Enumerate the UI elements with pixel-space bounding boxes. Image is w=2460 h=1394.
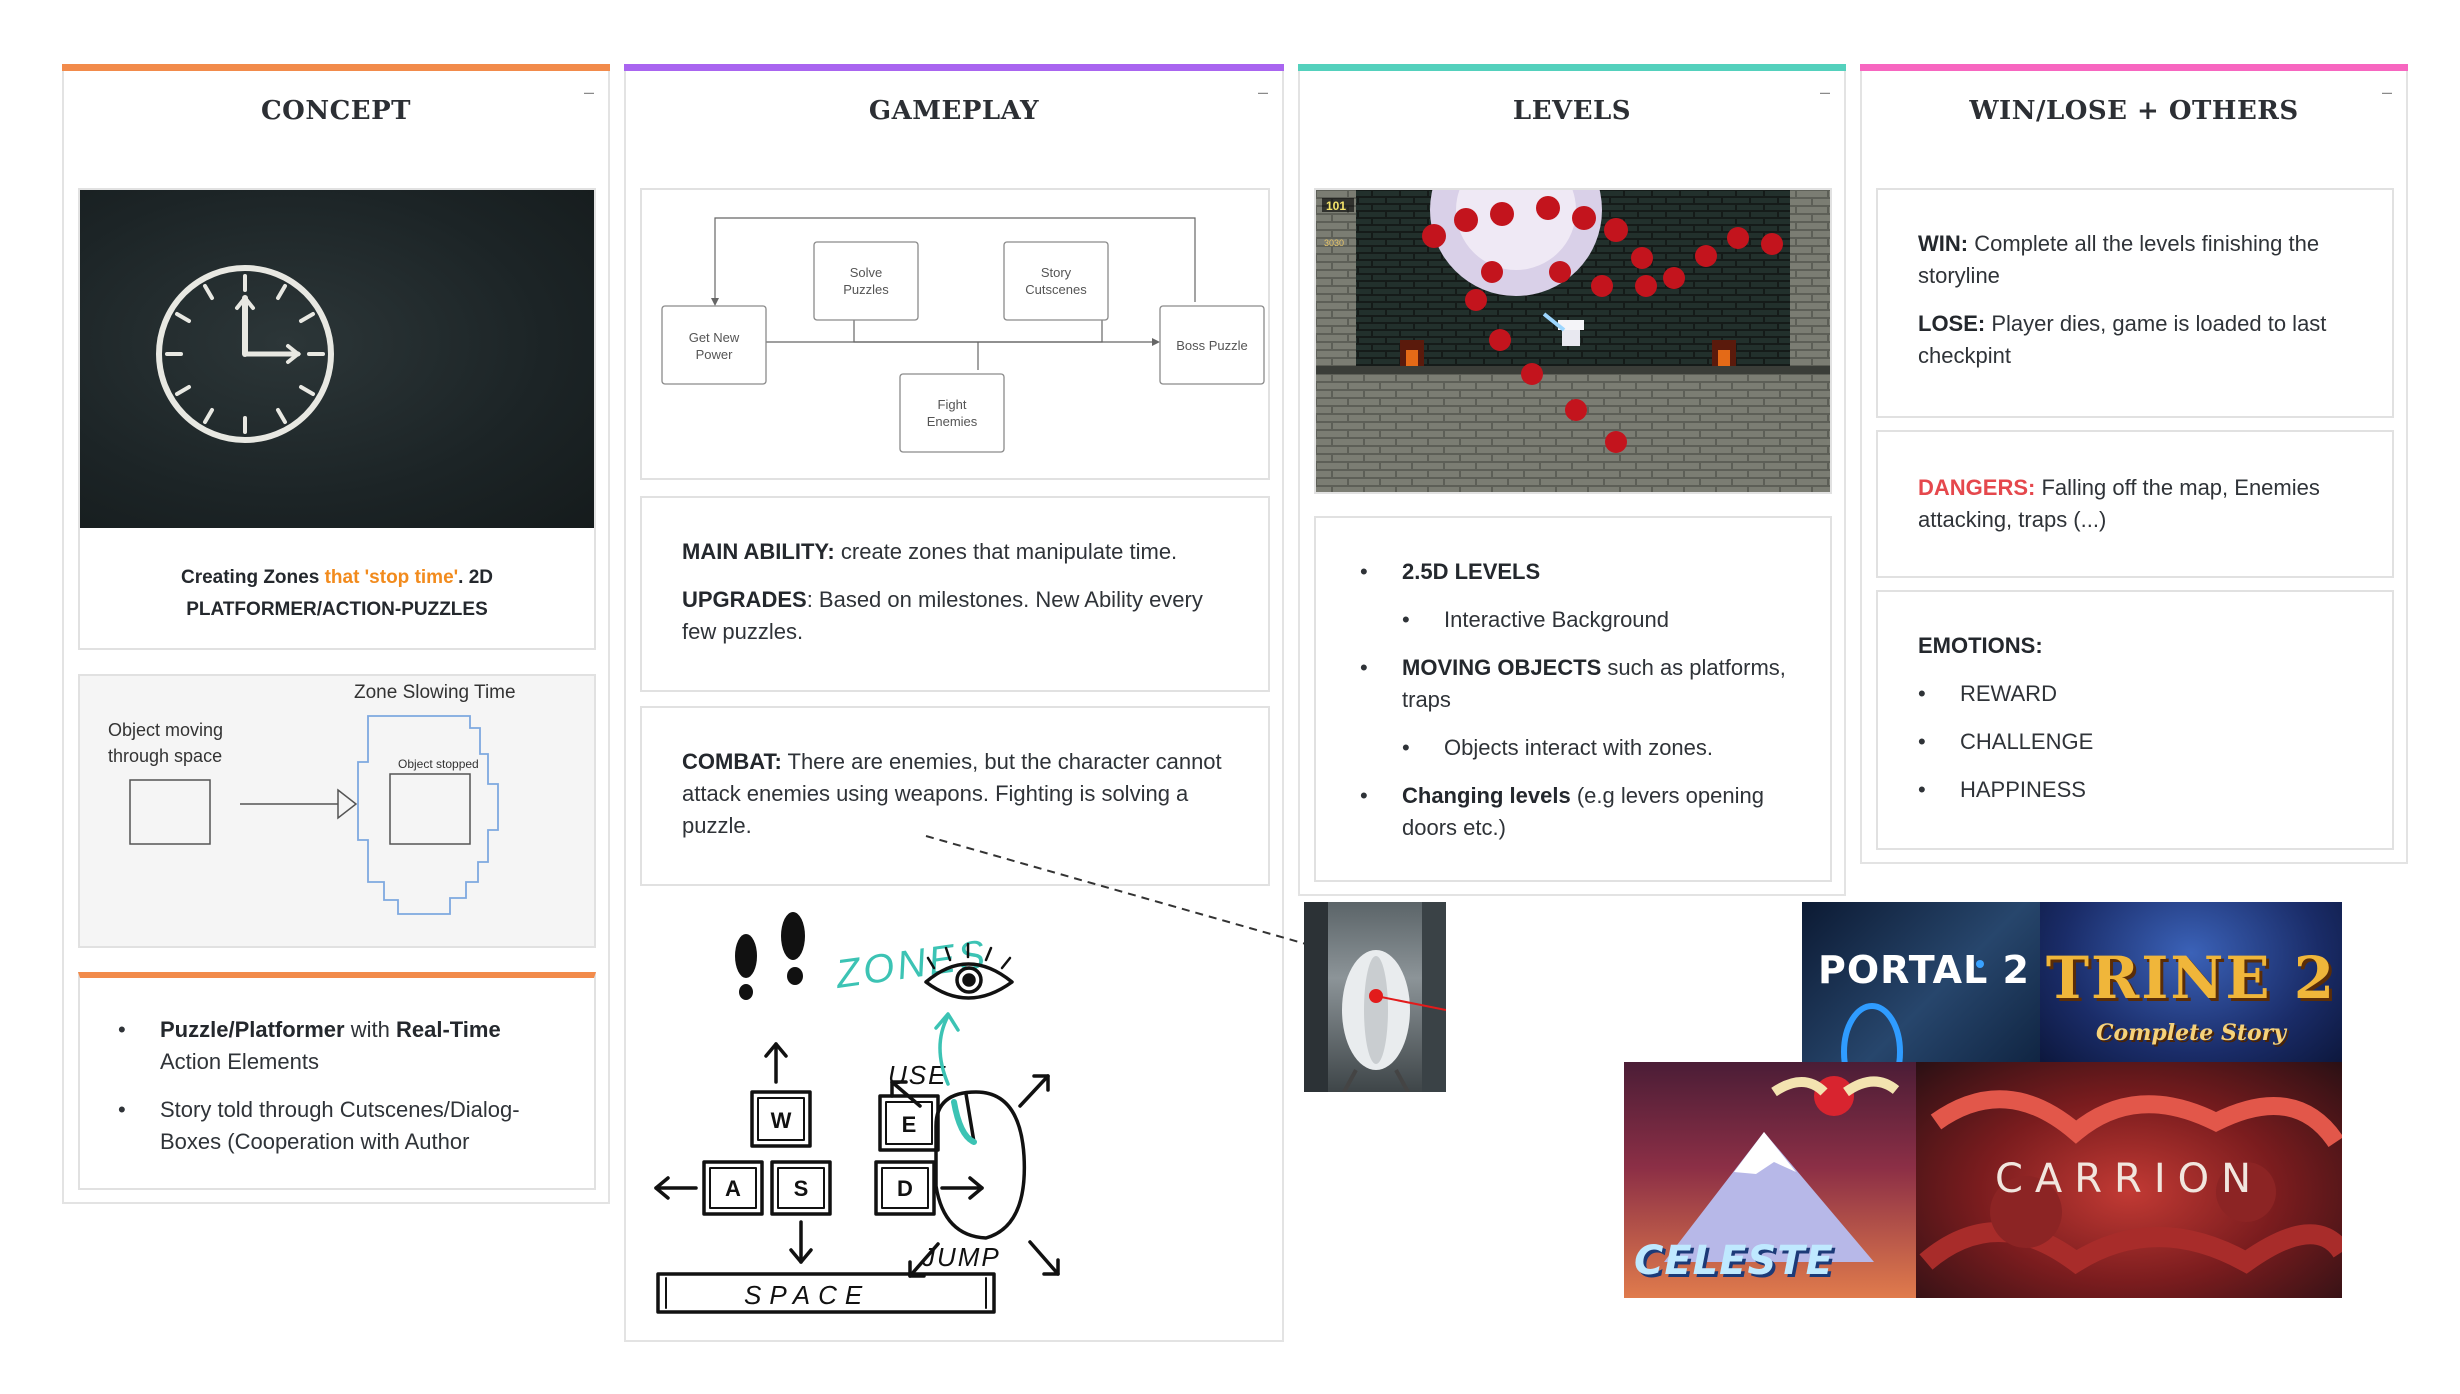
clock-chalkboard-image (80, 190, 594, 528)
emotion-item: CHALLENGE (1918, 726, 2364, 758)
dangers-text: DANGERS: Falling off the map, Enemies at… (1918, 475, 2320, 532)
concept-caption-highlight: that 'stop time' (324, 567, 459, 588)
flow-get-new-power-label-1: Get New (689, 330, 740, 345)
dangers-card: DANGERS: Falling off the map, Enemies at… (1876, 430, 2394, 578)
levels-item-3: MOVING OBJECTS such as platforms, traps (1360, 652, 1806, 716)
emotion-item: HAPPINESS (1918, 774, 2364, 806)
clock-icon (156, 265, 334, 443)
concept-frame: CONCEPT – Creating Zones that 'stop time… (62, 64, 610, 1204)
levels-item-4: Objects interact with zones. (1360, 732, 1806, 764)
zone-diagram-card: Zone Slowing Time Object moving through … (78, 674, 596, 948)
gameplay-flow-card: Get New Power Solve Puzzles Story Cutsce… (640, 188, 1270, 480)
lose-text: LOSE: Player dies, game is loaded to las… (1918, 311, 2327, 368)
key-d-label: D (897, 1176, 913, 1201)
gameplay-color-bar (624, 64, 1284, 71)
flow-boss-puzzle-label: Boss Puzzle (1176, 338, 1248, 353)
gameplay-minimize-button[interactable]: – (1258, 82, 1268, 103)
winlose-color-bar (1860, 64, 2408, 71)
levels-item-5: Changing levels (e.g levers opening door… (1360, 780, 1806, 844)
emotions-label: EMOTIONS: (1918, 633, 2043, 658)
combat-connector-line (925, 835, 1307, 945)
key-e-label: E (902, 1112, 917, 1137)
main-ability-card: MAIN ABILITY: create zones that manipula… (640, 496, 1270, 692)
gameplay-title: GAMEPLAY (868, 96, 1040, 126)
celeste-cover-image: CELESTE (1624, 1062, 1916, 1298)
carrion-title: CARRION (1994, 1156, 2264, 1202)
level-hud-primary: 101 (1326, 199, 1346, 213)
key-s-label: S (794, 1176, 809, 1201)
mouse-icon (934, 1090, 1027, 1240)
concept-bullet-1: Puzzle/Platformer with Real-Time Action … (118, 1014, 564, 1078)
flow-solve-puzzles-label-2: Puzzles (843, 282, 889, 297)
flow-story-cutscenes-label-2: Cutscenes (1025, 282, 1087, 297)
gameplay-frame: GAMEPLAY – Get New Power Solve Puzzles S… (624, 64, 1284, 1342)
zone-slowing-diagram: Zone Slowing Time Object moving through … (108, 682, 516, 915)
stopped-object-label: Object stopped (398, 757, 479, 771)
flow-fight-enemies-label-2: Enemies (927, 414, 978, 429)
trine2-subtitle: Complete Story (2095, 1020, 2287, 1046)
upgrades-text: UPGRADES: Based on milestones. New Abili… (682, 587, 1203, 644)
combat-text: COMBAT: There are enemies, but the chara… (682, 749, 1222, 838)
flow-story-cutscenes-label-1: Story (1041, 265, 1072, 280)
emotions-card: EMOTIONS: REWARD CHALLENGE HAPPINESS (1876, 590, 2394, 850)
stopped-object-box (389, 773, 471, 845)
main-ability-text: MAIN ABILITY: create zones that manipula… (682, 539, 1178, 564)
win-lose-card: WIN: Complete all the levels finishing t… (1876, 188, 2394, 418)
key-w-label: W (771, 1108, 792, 1133)
concept-bullet-2: Story told through Cutscenes/Dialog-Boxe… (118, 1094, 564, 1158)
key-a-label: A (725, 1176, 741, 1201)
level-screenshot-card: 101 3030 (1314, 188, 1832, 494)
flow-fight-enemies (899, 373, 1005, 453)
portal2-cover-image: PORTAL 2 (1802, 902, 2040, 1072)
jump-label: JUMP (921, 1242, 1001, 1272)
flow-get-new-power-label-2: Power (696, 347, 734, 362)
footprints-icon (735, 912, 805, 1000)
winlose-minimize-button[interactable]: – (2382, 82, 2392, 103)
levels-color-bar (1298, 64, 1846, 71)
levels-frame: LEVELS – 101 3030 • 2.5D LEVELS • Intera… (1298, 64, 1846, 896)
arrow-right-icon (337, 788, 358, 820)
flow-fight-enemies-label-1: Fight (938, 397, 967, 412)
levels-notes-card: 2.5D LEVELS Interactive Background MOVIN… (1314, 516, 1832, 882)
concept-clock-card: Creating Zones that 'stop time'. 2D PLAT… (78, 188, 596, 650)
trine2-title: TRINE 2 (2045, 944, 2337, 1012)
celeste-title: CELESTE (1634, 1238, 1834, 1284)
flow-solve-puzzles (813, 241, 919, 321)
level-screenshot: 101 3030 (1316, 190, 1830, 492)
winlose-title: WIN/LOSE + OTHERS (1969, 96, 2299, 126)
concept-notes-card: Puzzle/Platformer with Real-Time Action … (78, 972, 596, 1190)
portal-turret-image (1304, 902, 1446, 1092)
levels-item-1: 2.5D LEVELS (1360, 556, 1806, 588)
controls-sketch: W E A S D SPACE JUMP USE ZONES (654, 912, 1060, 1314)
levels-item-2: Interactive Background (1360, 604, 1806, 636)
win-text: WIN: Complete all the levels finishing t… (1918, 231, 2320, 288)
levels-minimize-button[interactable]: – (1820, 82, 1830, 103)
concept-title: CONCEPT (260, 96, 412, 126)
level-hud-secondary: 3030 (1324, 238, 1344, 248)
zone-diagram-left-label-2: through space (108, 746, 222, 766)
carrion-cover-image: CARRION (1916, 1062, 2342, 1298)
emotion-item: REWARD (1918, 678, 2364, 710)
levels-title: LEVELS (1512, 96, 1632, 126)
time-zone-outline (357, 715, 499, 915)
flow-story-cutscenes (1003, 241, 1109, 321)
gameplay-flow-diagram: Get New Power Solve Puzzles Story Cutsce… (661, 217, 1265, 453)
winlose-frame: WIN/LOSE + OTHERS – WIN: Complete all th… (1860, 64, 2408, 864)
space-key-label: SPACE (744, 1280, 870, 1310)
concept-caption: Creating Zones that 'stop time'. 2D PLAT… (180, 567, 494, 620)
concept-minimize-button[interactable]: – (584, 82, 594, 103)
moving-object-box (129, 779, 211, 845)
flow-solve-puzzles-label-1: Solve (850, 265, 883, 280)
zone-diagram-title: Zone Slowing Time (354, 682, 516, 703)
concept-color-bar (62, 64, 610, 71)
trine2-cover-image: TRINE 2 Complete Story (2040, 902, 2342, 1072)
zone-diagram-left-label-1: Object moving (108, 720, 223, 740)
flow-get-new-power (661, 305, 767, 385)
